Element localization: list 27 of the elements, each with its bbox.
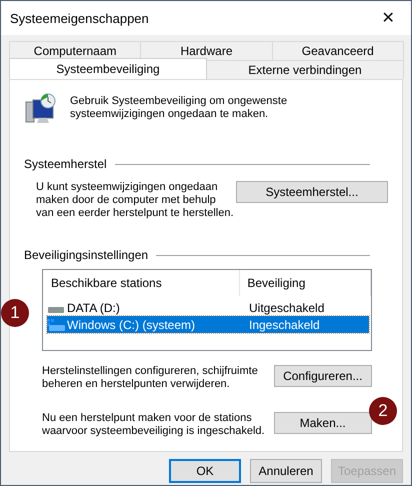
configure-description: Herstelinstellingen configureren, schijfruimte beheren en herstelpunten verwijderen. [42,365,259,391]
section-heading: Beveiligingsinstellingen [24,248,148,262]
callout-badge: 1 [1,299,29,327]
tab[interactable]: Externe verbindingen [206,60,404,79]
drive-icon [47,318,65,330]
dialog-button[interactable]: OK [169,459,241,483]
column-header[interactable]: Beschikbare stations [44,270,240,296]
create-description: Nu een herstelpunt maken voor de stations waarvoor systeembeveiliging is ingeschakeld. [42,412,266,438]
restore-description: U kunt systeemwijzigingen ongedaan maken door de computer met behulp van een eerder herstelpunt te herstellen. [36,181,235,220]
drive-row[interactable]: DATA (D:) Uitgeschakeld [47,299,369,316]
section-heading: Systeemherstel [24,157,107,171]
system-restore-button[interactable]: Systeemherstel... [236,181,388,203]
tab[interactable]: Geavanceerd [272,41,404,60]
close-button[interactable]: ✕ [373,8,403,28]
drive-name: DATA (D:) [67,300,121,314]
configure-button[interactable]: Configureren... [274,365,372,387]
computer-restore-icon [24,92,58,126]
window-title: Systeemeigenschappen [10,10,149,26]
protection-status: Uitgeschakeld [249,300,324,314]
create-button[interactable]: Maken... [274,412,372,434]
drive-name: Windows (C:) (systeem) [67,318,196,332]
dialog-button[interactable]: Annuleren [250,459,322,483]
column-header[interactable]: Beveiliging [240,270,371,296]
drive-row[interactable]: Windows (C:) (systeem) Ingeschakeld [47,316,369,333]
tab[interactable]: Systeembeveiliging [9,58,207,79]
intro-text: Gebruik Systeembeveiliging om ongewenste systeemwijzigingen ongedaan te maken. [70,95,288,121]
protection-status: Ingeschakeld [249,318,320,332]
